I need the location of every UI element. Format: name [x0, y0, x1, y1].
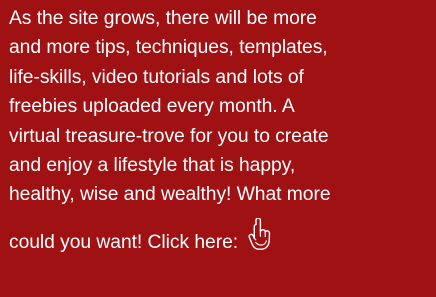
promo-line-2: and more tips, techniques, templates, — [9, 37, 328, 59]
promo-line-6: and enjoy a lifestyle that is happy, — [9, 155, 296, 177]
click-here-link[interactable]: Click here: — [148, 232, 239, 253]
pointing-hand-icon[interactable] — [247, 217, 271, 250]
promo-line-1: As the site grows, there will be more — [9, 8, 317, 29]
promo-line-4: freebies uploaded every month. A — [9, 96, 295, 118]
promo-line-3: life-skills, video tutorials and lots of — [9, 66, 304, 88]
promo-line-5: virtual treasure-trove for you to create — [9, 125, 329, 147]
promo-line-8: could you want! Click here: — [9, 217, 428, 257]
closing-question: could you want! — [9, 231, 143, 253]
promo-panel: As the site grows, there will be more an… — [0, 0, 436, 297]
promo-line-7: healthy, wise and wealthy! What more — [9, 184, 331, 206]
